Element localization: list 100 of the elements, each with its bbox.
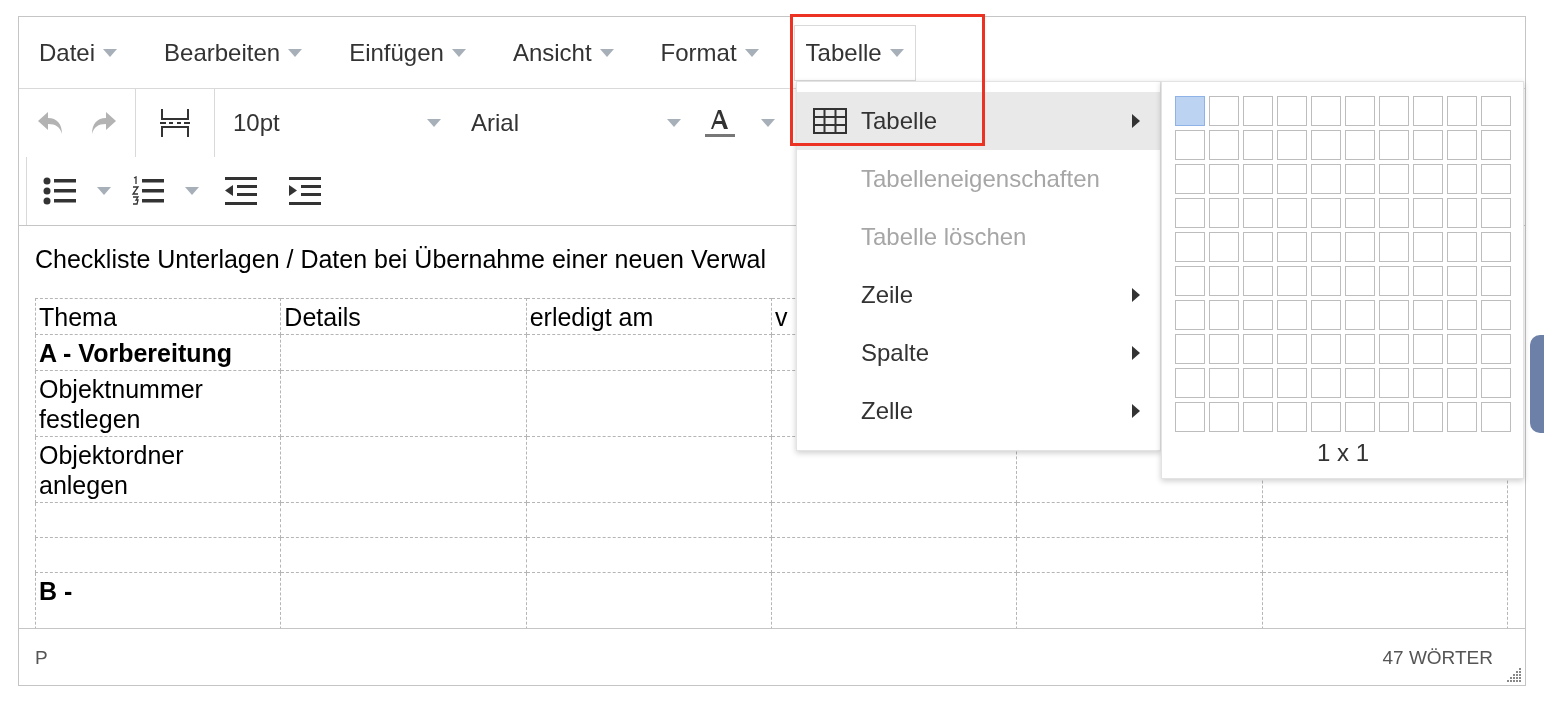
grid-cell[interactable]	[1277, 164, 1307, 194]
grid-cell[interactable]	[1481, 368, 1511, 398]
grid-cell[interactable]	[1481, 164, 1511, 194]
grid-cell[interactable]	[1345, 334, 1375, 364]
grid-cell[interactable]	[1277, 402, 1307, 432]
grid-cell[interactable]	[1209, 368, 1239, 398]
grid-cell[interactable]	[1379, 334, 1409, 364]
grid-cell[interactable]	[1481, 402, 1511, 432]
grid-cell[interactable]	[1209, 96, 1239, 126]
grid-cell[interactable]	[1311, 232, 1341, 262]
menu-item[interactable]: Datei	[27, 24, 130, 81]
dropdown-item[interactable]: Tabelle	[797, 92, 1160, 150]
menu-item[interactable]: Einfügen	[337, 24, 478, 81]
grid-cell[interactable]	[1345, 368, 1375, 398]
grid-cell[interactable]	[1243, 198, 1273, 228]
grid-cell[interactable]	[1481, 130, 1511, 160]
grid-cell[interactable]	[1481, 266, 1511, 296]
side-tab[interactable]	[1530, 335, 1544, 433]
grid-cell[interactable]	[1311, 300, 1341, 330]
grid-cell[interactable]	[1413, 232, 1443, 262]
grid-cell[interactable]	[1243, 300, 1273, 330]
dropdown-item[interactable]: Zelle	[797, 382, 1160, 440]
grid-cell[interactable]	[1481, 96, 1511, 126]
grid-cell[interactable]	[1175, 232, 1205, 262]
grid-cell[interactable]	[1413, 368, 1443, 398]
grid-cell[interactable]	[1345, 300, 1375, 330]
grid-cell[interactable]	[1243, 368, 1273, 398]
grid-cell[interactable]	[1175, 96, 1205, 126]
grid-cell[interactable]	[1175, 164, 1205, 194]
grid-cell[interactable]	[1345, 130, 1375, 160]
grid-cell[interactable]	[1447, 130, 1477, 160]
grid-cell[interactable]	[1413, 164, 1443, 194]
grid-cell[interactable]	[1175, 266, 1205, 296]
grid-cell[interactable]	[1277, 130, 1307, 160]
grid-cell[interactable]	[1447, 266, 1477, 296]
grid-cell[interactable]	[1175, 334, 1205, 364]
grid-cell[interactable]	[1175, 402, 1205, 432]
grid-cell[interactable]	[1277, 198, 1307, 228]
grid-cell[interactable]	[1413, 96, 1443, 126]
grid-cell[interactable]	[1243, 96, 1273, 126]
grid-cell[interactable]	[1311, 96, 1341, 126]
grid-cell[interactable]	[1379, 232, 1409, 262]
resize-handle-icon[interactable]	[1507, 668, 1521, 682]
grid-cell[interactable]	[1209, 198, 1239, 228]
grid-cell[interactable]	[1243, 232, 1273, 262]
grid-cell[interactable]	[1311, 130, 1341, 160]
font-size-dropdown[interactable]: 10pt	[215, 101, 453, 145]
menu-item[interactable]: Ansicht	[500, 24, 626, 81]
grid-cell[interactable]	[1209, 266, 1239, 296]
grid-cell[interactable]	[1209, 130, 1239, 160]
grid-cell[interactable]	[1447, 402, 1477, 432]
grid-cell[interactable]	[1311, 334, 1341, 364]
grid-cell[interactable]	[1481, 198, 1511, 228]
dropdown-item[interactable]: Spalte	[797, 324, 1160, 382]
grid-cell[interactable]	[1413, 402, 1443, 432]
grid-cell[interactable]	[1311, 198, 1341, 228]
grid-cell[interactable]	[1413, 266, 1443, 296]
grid-cell[interactable]	[1447, 198, 1477, 228]
grid-cell[interactable]	[1175, 130, 1205, 160]
grid-cell[interactable]	[1447, 164, 1477, 194]
menu-item[interactable]: Format	[648, 24, 771, 81]
grid-cell[interactable]	[1379, 266, 1409, 296]
dropdown-item[interactable]: Zeile	[797, 266, 1160, 324]
grid-cell[interactable]	[1447, 96, 1477, 126]
grid-cell[interactable]	[1277, 334, 1307, 364]
grid-cell[interactable]	[1209, 334, 1239, 364]
grid-cell[interactable]	[1209, 402, 1239, 432]
grid-cell[interactable]	[1175, 300, 1205, 330]
grid-cell[interactable]	[1209, 232, 1239, 262]
grid-cell[interactable]	[1447, 334, 1477, 364]
grid-cell[interactable]	[1447, 300, 1477, 330]
grid-cell[interactable]	[1379, 402, 1409, 432]
grid-cell[interactable]	[1379, 96, 1409, 126]
grid-cell[interactable]	[1311, 368, 1341, 398]
grid-cell[interactable]	[1345, 402, 1375, 432]
menu-item[interactable]: Bearbeiten	[152, 24, 315, 81]
grid-cell[interactable]	[1345, 266, 1375, 296]
grid-cell[interactable]	[1379, 130, 1409, 160]
font-family-dropdown[interactable]: Arial	[453, 101, 693, 145]
grid-cell[interactable]	[1481, 232, 1511, 262]
grid-cell[interactable]	[1481, 300, 1511, 330]
grid-cell[interactable]	[1345, 232, 1375, 262]
grid-cell[interactable]	[1243, 266, 1273, 296]
grid-cell[interactable]	[1277, 300, 1307, 330]
grid-cell[interactable]	[1175, 368, 1205, 398]
grid-cell[interactable]	[1413, 130, 1443, 160]
grid-cell[interactable]	[1243, 164, 1273, 194]
grid-cell[interactable]	[1447, 232, 1477, 262]
grid-cell[interactable]	[1345, 96, 1375, 126]
grid-cell[interactable]	[1243, 334, 1273, 364]
grid-cell[interactable]	[1311, 402, 1341, 432]
grid-cell[interactable]	[1413, 198, 1443, 228]
grid-cell[interactable]	[1277, 232, 1307, 262]
grid-cell[interactable]	[1175, 198, 1205, 228]
grid-cell[interactable]	[1209, 300, 1239, 330]
grid-cell[interactable]	[1311, 164, 1341, 194]
grid-cell[interactable]	[1481, 334, 1511, 364]
grid-cell[interactable]	[1379, 368, 1409, 398]
grid-cell[interactable]	[1209, 164, 1239, 194]
grid-cell[interactable]	[1379, 300, 1409, 330]
